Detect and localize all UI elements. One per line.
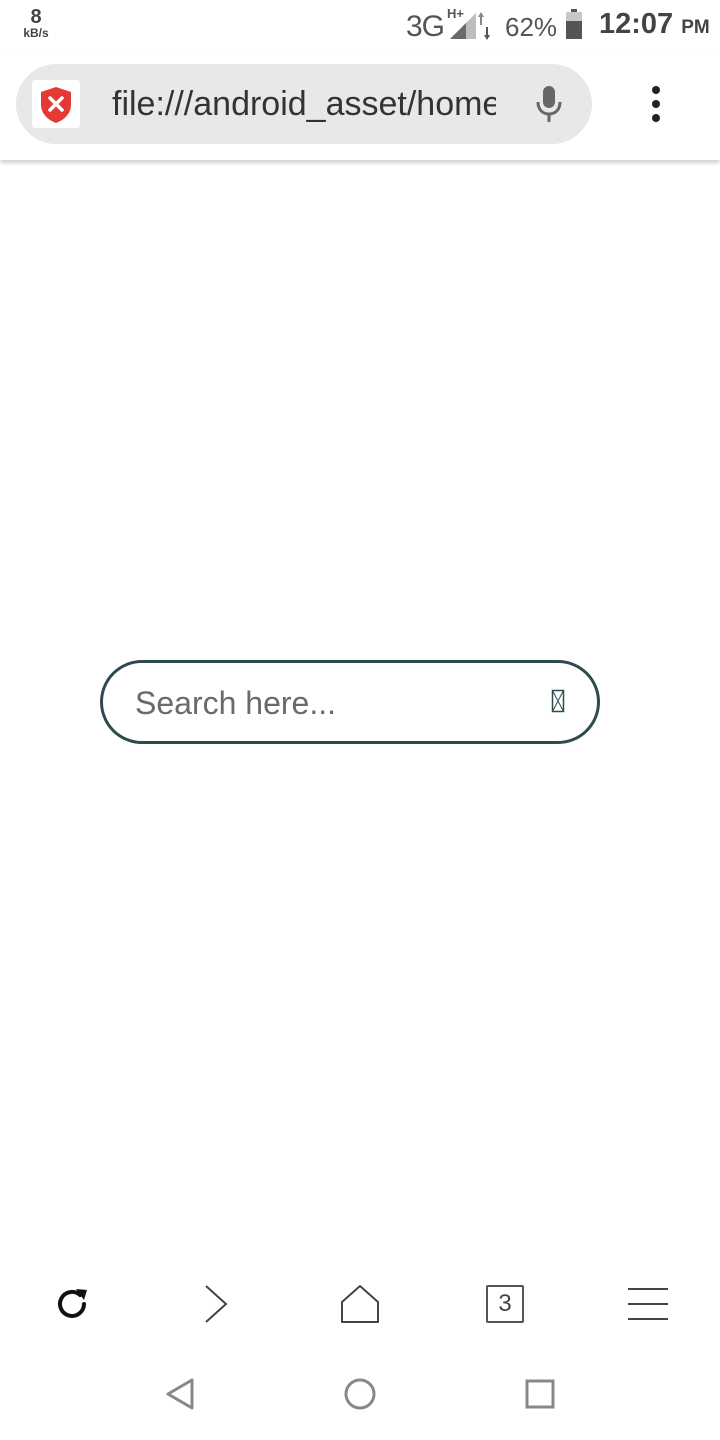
clock: 12:07 PM (599, 8, 710, 41)
data-arrows-icon (478, 12, 490, 40)
clock-time: 12:07 (599, 8, 674, 40)
battery-icon (566, 9, 582, 39)
browser-top-bar: file:///android_asset/home (0, 50, 720, 160)
search-input[interactable] (135, 681, 515, 725)
forward-button[interactable] (180, 1260, 252, 1348)
nav-back-button[interactable] (140, 1348, 220, 1440)
reload-icon (58, 1289, 87, 1318)
signal-icon (450, 13, 476, 39)
system-nav-bar (0, 1348, 720, 1440)
nav-recents-button[interactable] (500, 1348, 580, 1440)
site-security-button[interactable] (32, 80, 80, 128)
hamburger-icon (628, 1288, 668, 1320)
network-speed-value: 8 (30, 6, 42, 28)
reload-button[interactable] (36, 1260, 108, 1348)
tabs-button[interactable]: 3 (468, 1260, 540, 1348)
home-icon (341, 1285, 379, 1323)
status-bar: 8 kB/s 3G H+ 62% 12:07 PM (0, 0, 720, 50)
url-text[interactable]: file:///android_asset/home (112, 82, 496, 126)
network-speed-unit: kB/s (23, 26, 49, 40)
shield-x-icon (41, 87, 71, 123)
address-bar[interactable]: file:///android_asset/home (16, 64, 592, 144)
forward-icon (205, 1285, 228, 1323)
search-icon[interactable] (551, 689, 565, 713)
more-vert-icon[interactable] (650, 86, 662, 122)
network-type: 3G (406, 10, 445, 43)
search-box (100, 660, 600, 744)
mic-icon[interactable] (534, 84, 564, 126)
browser-toolbar: 3 (0, 1260, 720, 1348)
nav-home-button[interactable] (320, 1348, 400, 1440)
clock-ampm: PM (681, 17, 710, 38)
battery-percent: 62% (505, 12, 558, 42)
recents-square-icon (525, 1379, 555, 1409)
tabs-count: 3 (486, 1285, 524, 1323)
home-button[interactable] (324, 1260, 396, 1348)
network-speed: 8 kB/s (18, 6, 54, 40)
back-triangle-icon (166, 1378, 194, 1410)
menu-button[interactable] (612, 1260, 684, 1348)
screen: 8 kB/s 3G H+ 62% 12:07 PM file:///androi… (0, 0, 720, 1440)
home-circle-icon (344, 1378, 376, 1410)
